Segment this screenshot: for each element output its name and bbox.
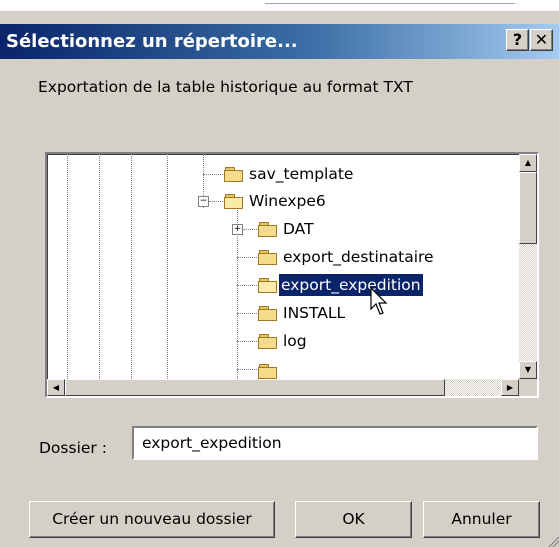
- resize-grip-icon[interactable]: [547, 535, 559, 547]
- horizontal-scroll-thumb[interactable]: [65, 379, 445, 396]
- folder-icon: [258, 222, 277, 237]
- folder-icon: [258, 364, 277, 379]
- folder-icon: [224, 167, 243, 182]
- tree-item-sav-template[interactable]: sav_template: [247, 163, 355, 185]
- mouse-pointer-icon: [370, 287, 388, 315]
- ok-button[interactable]: OK: [295, 501, 412, 538]
- vertical-scrollbar[interactable]: ▲ ▼: [519, 154, 537, 379]
- folder-field-label: Dossier :: [39, 439, 107, 457]
- scroll-up-icon[interactable]: ▲: [519, 154, 537, 172]
- close-button[interactable]: ✕: [530, 29, 553, 51]
- folder-icon: [258, 334, 277, 349]
- dialog-description: Exportation de la table historique au fo…: [38, 78, 413, 96]
- tree-item-export-destinataire[interactable]: export_destinataire: [281, 246, 436, 268]
- expand-icon[interactable]: +: [232, 224, 243, 235]
- dialog-title: Sélectionnez un répertoire...: [6, 31, 298, 52]
- tree-guide-line: [131, 154, 132, 379]
- title-bar[interactable]: Sélectionnez un répertoire... ? ✕: [0, 24, 559, 59]
- tree-item-winexpe6[interactable]: Winexpe6: [247, 190, 328, 212]
- folder-icon: [258, 250, 277, 265]
- scroll-left-icon[interactable]: ◀: [47, 379, 65, 396]
- new-folder-button[interactable]: Créer un nouveau dossier: [29, 501, 275, 538]
- vertical-scroll-thumb[interactable]: [519, 172, 537, 244]
- background-window-strip: [0, 0, 559, 11]
- tree-guide-line: [167, 154, 168, 379]
- tree-item-export-expedition[interactable]: export_expedition: [279, 274, 423, 296]
- folder-input[interactable]: [132, 426, 538, 460]
- horizontal-scrollbar[interactable]: ◀ ▶: [47, 379, 519, 396]
- tree-item-dat[interactable]: DAT: [281, 218, 316, 240]
- tree-guide-line: [99, 154, 100, 379]
- cancel-button[interactable]: Annuler: [423, 501, 540, 538]
- folder-open-icon: [224, 194, 243, 209]
- help-button[interactable]: ?: [506, 29, 529, 51]
- scrollbar-corner: [519, 379, 537, 396]
- folder-tree[interactable]: sav_template − Winexpe6 + DAT export_des…: [45, 152, 539, 398]
- scroll-down-icon[interactable]: ▼: [519, 361, 537, 379]
- folder-icon: [258, 306, 277, 321]
- folder-open-icon: [258, 278, 277, 293]
- tree-item-log[interactable]: log: [281, 330, 309, 352]
- collapse-icon[interactable]: −: [198, 196, 209, 207]
- tree-item-install[interactable]: INSTALL: [281, 302, 347, 324]
- tree-guide-line: [67, 154, 68, 379]
- scroll-right-icon[interactable]: ▶: [501, 379, 519, 396]
